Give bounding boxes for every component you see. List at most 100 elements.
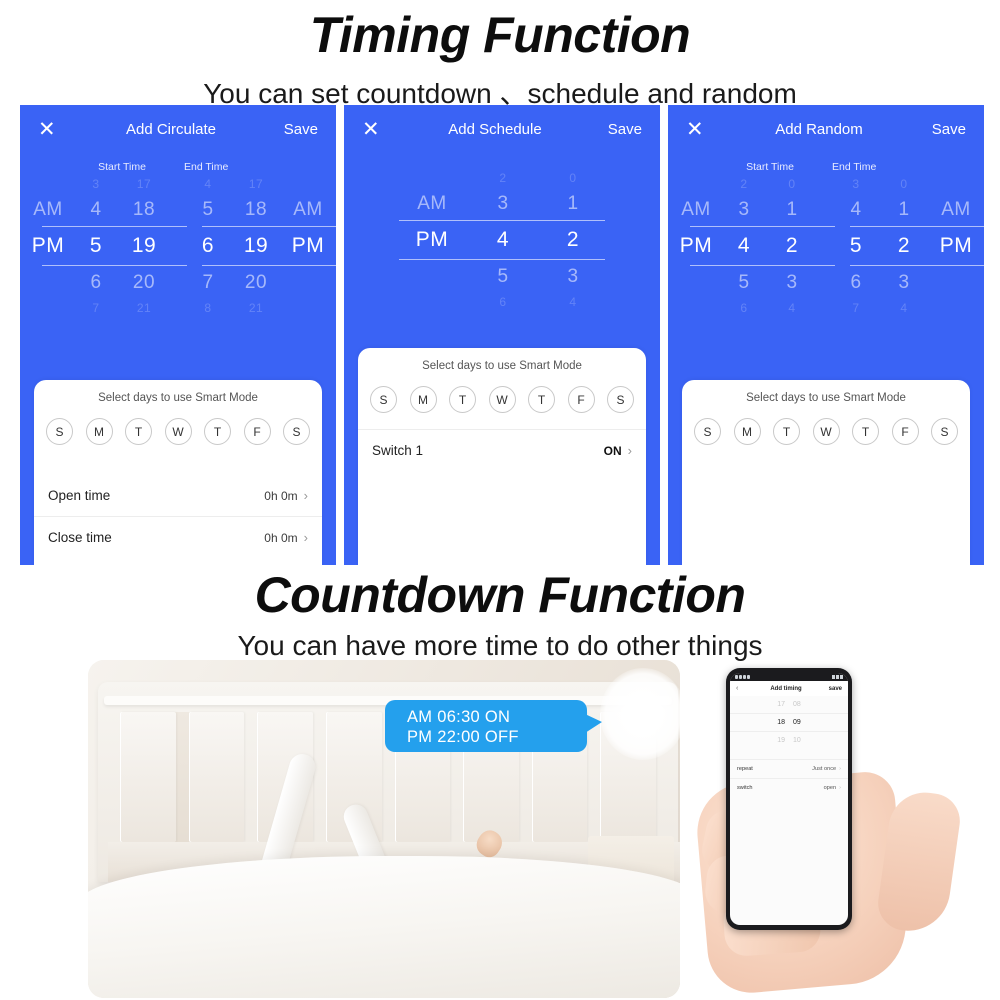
panel-add-schedule: ✕ Add Schedule Save 2 0 AM 3 1 PM 4 2 5 …: [344, 105, 660, 565]
phone-screen: ‹ Add timing save 17 08 18 09 19 10 repe…: [730, 673, 848, 925]
day-fri[interactable]: F: [891, 418, 919, 445]
notification-icon: [743, 675, 746, 679]
day-sat[interactable]: S: [607, 386, 634, 413]
day-selector[interactable]: S M T W T F S: [358, 386, 646, 429]
cell: 17: [136, 177, 152, 191]
chevron-right-icon: ›: [627, 443, 632, 458]
cell: 1: [567, 192, 579, 214]
picker-row-faint-top: 2 0: [344, 169, 660, 187]
day-sun[interactable]: S: [370, 386, 397, 413]
cell: 18: [244, 198, 268, 220]
picker-row-above: AM 3 1 4 1 AM: [668, 193, 984, 226]
day-sat[interactable]: S: [931, 418, 958, 445]
duvet: [88, 856, 680, 998]
day-wed[interactable]: W: [812, 418, 840, 445]
cell: AM: [681, 198, 711, 220]
day-wed[interactable]: W: [488, 386, 516, 413]
picker-row-selected[interactable]: PM 5 19 6 19 PM: [20, 226, 336, 266]
row-switch-1[interactable]: Switch 1 ON ›: [358, 429, 646, 471]
cell: 8: [204, 301, 212, 315]
save-button[interactable]: Save: [926, 121, 966, 138]
close-icon[interactable]: ✕: [362, 119, 388, 140]
cell: 7: [852, 301, 860, 315]
day-tue[interactable]: T: [125, 418, 152, 445]
row-label: switch: [737, 785, 753, 791]
cell: PM: [291, 234, 325, 257]
chevron-left-icon[interactable]: ‹: [736, 685, 746, 692]
time-picker-single[interactable]: 2 0 AM 3 1 PM 4 2 5 3 6 4: [344, 153, 660, 348]
end-time-label: End Time: [832, 161, 877, 173]
day-mon[interactable]: M: [409, 386, 437, 413]
cell: AM: [293, 198, 323, 220]
cell: 5: [497, 265, 509, 287]
time-picker-range[interactable]: Start Time End Time 2 0 3 0 AM 3 1 4 1 A…: [668, 153, 984, 393]
page-title-timing: Timing Function: [309, 7, 691, 63]
day-thu[interactable]: T: [204, 418, 231, 445]
cell: 4: [850, 198, 862, 220]
day-thu[interactable]: T: [852, 418, 879, 445]
close-icon[interactable]: ✕: [38, 119, 64, 140]
panel-title: Add Schedule: [448, 120, 542, 138]
cell: 4: [788, 301, 796, 315]
countdown-section-header: Countdown Function You can have more tim…: [0, 566, 1000, 662]
start-time-label: Start Time: [746, 161, 794, 173]
wifi-icon: [739, 675, 742, 679]
phone-app-header: ‹ Add timing save: [730, 681, 848, 696]
cell: 6: [850, 271, 862, 293]
cell: 4: [900, 301, 908, 315]
chevron-right-icon: ›: [839, 785, 841, 791]
day-mon[interactable]: M: [85, 418, 113, 445]
day-tue[interactable]: T: [773, 418, 800, 445]
phone-time-row-selected[interactable]: 18 09: [730, 713, 848, 732]
cell: 2: [499, 171, 507, 185]
cell: 20: [132, 271, 156, 293]
cell: 3: [92, 177, 100, 191]
day-fri[interactable]: F: [243, 418, 271, 445]
row-label: repeat: [737, 766, 753, 772]
cell: 5: [89, 234, 103, 257]
close-icon[interactable]: ✕: [686, 119, 712, 140]
panel-title: Add Random: [775, 120, 863, 138]
selection-line-top-end: [202, 226, 336, 227]
panel-add-circulate: ✕ Add Circulate Save Start Time End Time…: [20, 105, 336, 565]
phone-row-switch[interactable]: switch open ›: [730, 778, 848, 797]
hour: 17: [777, 701, 785, 708]
day-sun[interactable]: S: [694, 418, 721, 445]
cell: 3: [786, 271, 798, 293]
picker-row-selected[interactable]: PM 4 2 5 2 PM: [668, 226, 984, 266]
day-selector[interactable]: S M T W T F S: [34, 418, 322, 461]
day-sat[interactable]: S: [283, 418, 310, 445]
cell: 21: [136, 301, 152, 315]
cell: 6: [201, 234, 215, 257]
day-mon[interactable]: M: [733, 418, 761, 445]
cell: PM: [31, 234, 65, 257]
phone-row-repeat[interactable]: repeat Just once ›: [730, 759, 848, 778]
day-fri[interactable]: F: [567, 386, 595, 413]
day-sun[interactable]: S: [46, 418, 73, 445]
chevron-right-icon: ›: [839, 766, 841, 772]
cell: AM: [417, 192, 447, 214]
picker-row-faint-bottom: 6 4 7 4: [668, 299, 984, 317]
notification-icon: [747, 675, 750, 679]
phone-save-button[interactable]: save: [826, 686, 842, 692]
picker-row-faint-top: 3 17 4 17: [20, 175, 336, 193]
day-wed[interactable]: W: [164, 418, 192, 445]
phone-time-row[interactable]: 19 10: [730, 732, 848, 749]
save-button[interactable]: Save: [602, 121, 642, 138]
cell: 19: [131, 234, 157, 257]
row-close-time[interactable]: Close time 0h 0m ›: [34, 516, 322, 558]
picker-row-selected[interactable]: PM 4 2: [344, 220, 660, 260]
row-value: 0h 0m: [264, 530, 298, 545]
day-tue[interactable]: T: [449, 386, 476, 413]
panel-header: ✕ Add Circulate Save: [20, 105, 336, 153]
phone-time-row[interactable]: 17 08: [730, 696, 848, 713]
panel-header: ✕ Add Schedule Save: [344, 105, 660, 153]
row-open-time[interactable]: Open time 0h 0m ›: [34, 475, 322, 516]
save-button[interactable]: Save: [278, 121, 318, 138]
cell: 3: [852, 177, 860, 191]
day-thu[interactable]: T: [528, 386, 555, 413]
day-selector[interactable]: S M T W T F S: [682, 418, 970, 461]
time-picker-range[interactable]: Start Time End Time 3 17 4 17 AM 4 18 5 …: [20, 153, 336, 393]
cell: 6: [740, 301, 748, 315]
panel-title: Add Circulate: [125, 120, 217, 138]
